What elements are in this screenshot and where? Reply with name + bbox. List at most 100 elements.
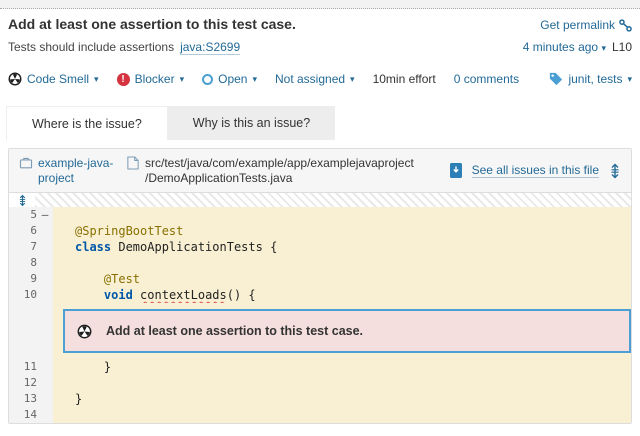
file-header: example-java-project src/test/java/com/e… [9, 149, 631, 193]
line-marker [37, 391, 53, 407]
line-marker [37, 239, 53, 255]
issue-title: Add at least one assertion to this test … [8, 15, 296, 34]
chevron-down-icon: ▾ [601, 43, 606, 53]
type-dropdown[interactable]: Code Smell ▾ [8, 72, 99, 86]
see-all-issues-link[interactable]: See all issues in this file [472, 163, 599, 178]
line-reference: L10 [612, 40, 632, 54]
tag-icon [549, 72, 563, 86]
top-divider [0, 0, 640, 9]
rule-key-link[interactable]: java:S2699 [180, 40, 240, 55]
code-line: 14 [9, 407, 631, 423]
chevron-down-icon: ▾ [180, 74, 185, 85]
line-number[interactable]: 9 [9, 271, 37, 287]
chevron-down-icon: ▾ [94, 74, 99, 85]
tab-where-is-the-issue[interactable]: Where is the issue? [6, 106, 168, 140]
project-icon [19, 156, 33, 170]
code-line: 9 @Test [9, 271, 631, 287]
open-status-icon [202, 74, 213, 85]
type-label: Code Smell [27, 72, 89, 86]
comments-link[interactable]: 0 comments [454, 72, 519, 86]
file-path-line1: src/test/java/com/example/app/examplejav… [145, 156, 414, 171]
line-number[interactable]: 13 [9, 391, 37, 407]
code-lines: 5–6 @SpringBootTest 7 class DemoApplication… [9, 207, 631, 423]
code-content: } [53, 359, 631, 375]
effort-label: 10min effort [373, 72, 436, 86]
collapsed-lines-hatch [35, 193, 631, 207]
gutter-fill [9, 303, 37, 359]
line-number[interactable]: 6 [9, 223, 37, 239]
status-dropdown[interactable]: Open ▾ [202, 72, 257, 86]
tab-why-is-this-an-issue[interactable]: Why is this an issue? [168, 106, 335, 140]
status-label: Open [218, 72, 247, 86]
code-line: 6 @SpringBootTest [9, 223, 631, 239]
code-content: } [53, 391, 631, 407]
line-marker [37, 271, 53, 287]
code-line: 13} [9, 391, 631, 407]
issue-message-box[interactable]: Add at least one assertion to this test … [63, 309, 631, 353]
code-content [53, 207, 631, 223]
code-content: @SpringBootTest [53, 223, 631, 239]
code-content [53, 375, 631, 391]
line-number[interactable]: 7 [9, 239, 37, 255]
expand-file-icon[interactable] [609, 163, 621, 179]
chevron-down-icon: ▾ [627, 74, 632, 85]
expand-lines-row [9, 193, 631, 207]
permalink-label: Get permalink [540, 18, 615, 32]
code-line: 11 } [9, 359, 631, 375]
line-number[interactable]: 10 [9, 287, 37, 303]
gutter-fill [37, 303, 53, 359]
line-number[interactable]: 14 [9, 407, 37, 423]
tags-dropdown[interactable]: junit, tests ▾ [549, 72, 632, 86]
assignee-dropdown[interactable]: Not assigned ▾ [275, 72, 355, 86]
issue-cell: Add at least one assertion to this test … [53, 303, 631, 359]
line-marker[interactable]: – [37, 207, 53, 223]
line-marker [37, 359, 53, 375]
code-smell-icon [77, 324, 92, 339]
line-marker [37, 255, 53, 271]
issue-actions-bar: Code Smell ▾ ! Blocker ▾ Open ▾ Not assi… [0, 67, 640, 91]
code-content: class DemoApplicationTests { [53, 239, 631, 255]
line-marker [37, 407, 53, 423]
code-line: 8 [9, 255, 631, 271]
tags-label: junit, tests [568, 72, 622, 86]
code-content [53, 255, 631, 271]
pin-file-icon[interactable] [450, 163, 462, 178]
rule-summary: Tests should include assertions java:S269… [8, 40, 240, 54]
severity-dropdown[interactable]: ! Blocker ▾ [117, 72, 185, 86]
file-path: src/test/java/com/example/app/examplejav… [127, 156, 414, 186]
severity-label: Blocker [135, 72, 175, 86]
code-content: @Test [53, 271, 631, 287]
code-content [53, 407, 631, 423]
assignee-label: Not assigned [275, 72, 345, 86]
rule-title: Tests should include assertions [8, 40, 174, 54]
code-line: 12 [9, 375, 631, 391]
line-number[interactable]: 5 [9, 207, 37, 223]
line-number[interactable]: 11 [9, 359, 37, 375]
issue-age: 4 minutes ago [523, 40, 598, 54]
line-marker [37, 287, 53, 303]
issue-header: Add at least one assertion to this test … [0, 9, 640, 54]
line-number[interactable]: 12 [9, 375, 37, 391]
code-line: 7 class DemoApplicationTests { [9, 239, 631, 255]
issue-message: Add at least one assertion to this test … [106, 324, 363, 338]
code-line: 5– [9, 207, 631, 223]
code-line: 10 void contextLoads() { [9, 287, 631, 303]
line-marker [37, 375, 53, 391]
issue-tabs: Where is the issue? Why is this an issue… [0, 106, 640, 140]
code-viewer: example-java-project src/test/java/com/e… [8, 148, 632, 424]
get-permalink-link[interactable]: Get permalink [540, 18, 632, 32]
blocker-severity-icon: ! [117, 73, 130, 86]
chevron-down-icon: ▾ [350, 74, 355, 85]
line-number[interactable]: 8 [9, 255, 37, 271]
code-snippet: 5–6 @SpringBootTest 7 class DemoApplication… [9, 193, 631, 423]
expand-lines-icon[interactable] [18, 194, 27, 207]
issue-location-row: Add at least one assertion to this test … [9, 303, 631, 359]
issue-age-dropdown[interactable]: 4 minutes ago ▾ [523, 40, 606, 54]
project-link[interactable]: example-java-project [38, 156, 117, 186]
code-smell-icon [8, 72, 22, 86]
file-path-line2: /DemoApplicationTests.java [145, 171, 414, 186]
line-marker [37, 223, 53, 239]
chevron-down-icon: ▾ [252, 74, 257, 85]
file-icon [127, 156, 139, 170]
permalink-icon [619, 19, 632, 32]
